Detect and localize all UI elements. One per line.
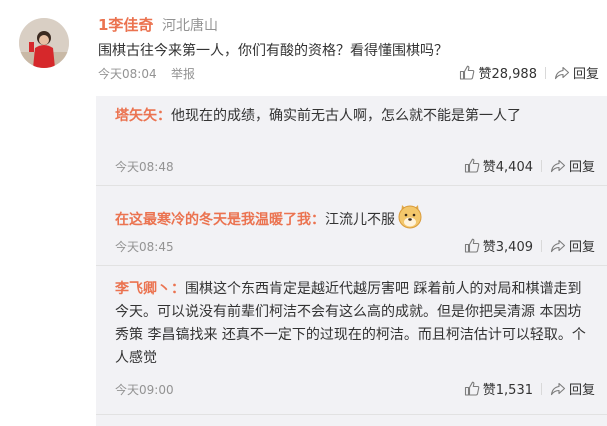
reply-nickname[interactable]: 塔矢矢：: [115, 108, 171, 124]
post-actions: 赞28,988 回复: [459, 63, 599, 82]
reply-button[interactable]: 回复: [554, 63, 599, 82]
reply-button[interactable]: 回复: [550, 156, 595, 175]
replies-panel: [96, 96, 607, 426]
reply-divider: [96, 185, 607, 186]
post-timestamp: 今天08:04: [98, 67, 157, 81]
post-text: 围棋古往今来第一人，你们有酸的资格？看得懂围棋吗？: [98, 43, 448, 59]
reply-button[interactable]: 回复: [550, 236, 595, 255]
reply-label: 回复: [568, 383, 595, 398]
location-text: 河北唐山: [162, 18, 218, 34]
username[interactable]: 1李佳奇: [98, 14, 153, 35]
divider: [540, 159, 542, 172]
reply-actions: 赞4,404 回复: [464, 156, 595, 175]
like-button[interactable]: 赞1,531: [464, 379, 533, 398]
reply-button[interactable]: 回复: [550, 379, 595, 398]
thumbs-up-icon: [464, 238, 480, 253]
share-arrow-icon: [550, 239, 566, 252]
like-count: 赞28,988: [478, 67, 537, 82]
share-arrow-icon: [554, 66, 570, 79]
reply-nickname[interactable]: 在这最寒冷的冬天是我温暖了我：: [115, 212, 325, 228]
like-button[interactable]: 赞3,409: [464, 236, 533, 255]
reply-item: 李飞卿丶：围棋这个东西肯定是越近代越厉害吧 踩着前人的对局和棋谱走到今天。可以说…: [115, 278, 590, 370]
reply-timestamp: 今天09:00: [115, 383, 174, 397]
like-button[interactable]: 赞28,988: [459, 63, 537, 82]
thumbs-up-icon: [460, 65, 475, 80]
reply-actions: 赞1,531 回复: [464, 379, 595, 398]
doge-icon: [397, 203, 423, 237]
divider: [540, 239, 542, 252]
like-button[interactable]: 赞4,404: [464, 156, 533, 175]
share-arrow-icon: [550, 159, 566, 172]
divider: [544, 66, 546, 79]
reply-content: 他现在的成绩，确实前无古人啊，怎么就不能是第一人了: [171, 108, 521, 124]
reply-item: 塔矢矢：他现在的成绩，确实前无古人啊，怎么就不能是第一人了: [115, 105, 590, 128]
reply-label: 回复: [568, 160, 595, 175]
like-count: 赞3,409: [482, 240, 533, 255]
avatar[interactable]: [19, 18, 69, 68]
reply-item: 在这最寒冷的冬天是我温暖了我：江流儿不服: [115, 203, 590, 237]
reply-timestamp: 今天08:48: [115, 160, 174, 174]
reply-actions: 赞3,409 回复: [464, 236, 595, 255]
report-link[interactable]: 举报: [171, 65, 195, 82]
reply-divider: [96, 265, 607, 266]
reply-nickname[interactable]: 李飞卿丶：: [115, 281, 185, 297]
thumbs-up-icon: [464, 158, 480, 173]
thumbs-up-icon: [464, 381, 480, 396]
like-count: 赞1,531: [482, 383, 533, 398]
reply-divider: [96, 414, 607, 415]
reply-label: 回复: [568, 240, 595, 255]
share-arrow-icon: [550, 382, 566, 395]
divider: [540, 382, 542, 395]
reply-timestamp: 今天08:45: [115, 240, 174, 254]
like-count: 赞4,404: [482, 160, 533, 175]
reply-content: 围棋这个东西肯定是越近代越厉害吧 踩着前人的对局和棋谱走到今天。可以说没有前辈们…: [115, 281, 586, 366]
reply-label: 回复: [572, 67, 599, 82]
reply-content: 江流儿不服: [325, 212, 395, 228]
